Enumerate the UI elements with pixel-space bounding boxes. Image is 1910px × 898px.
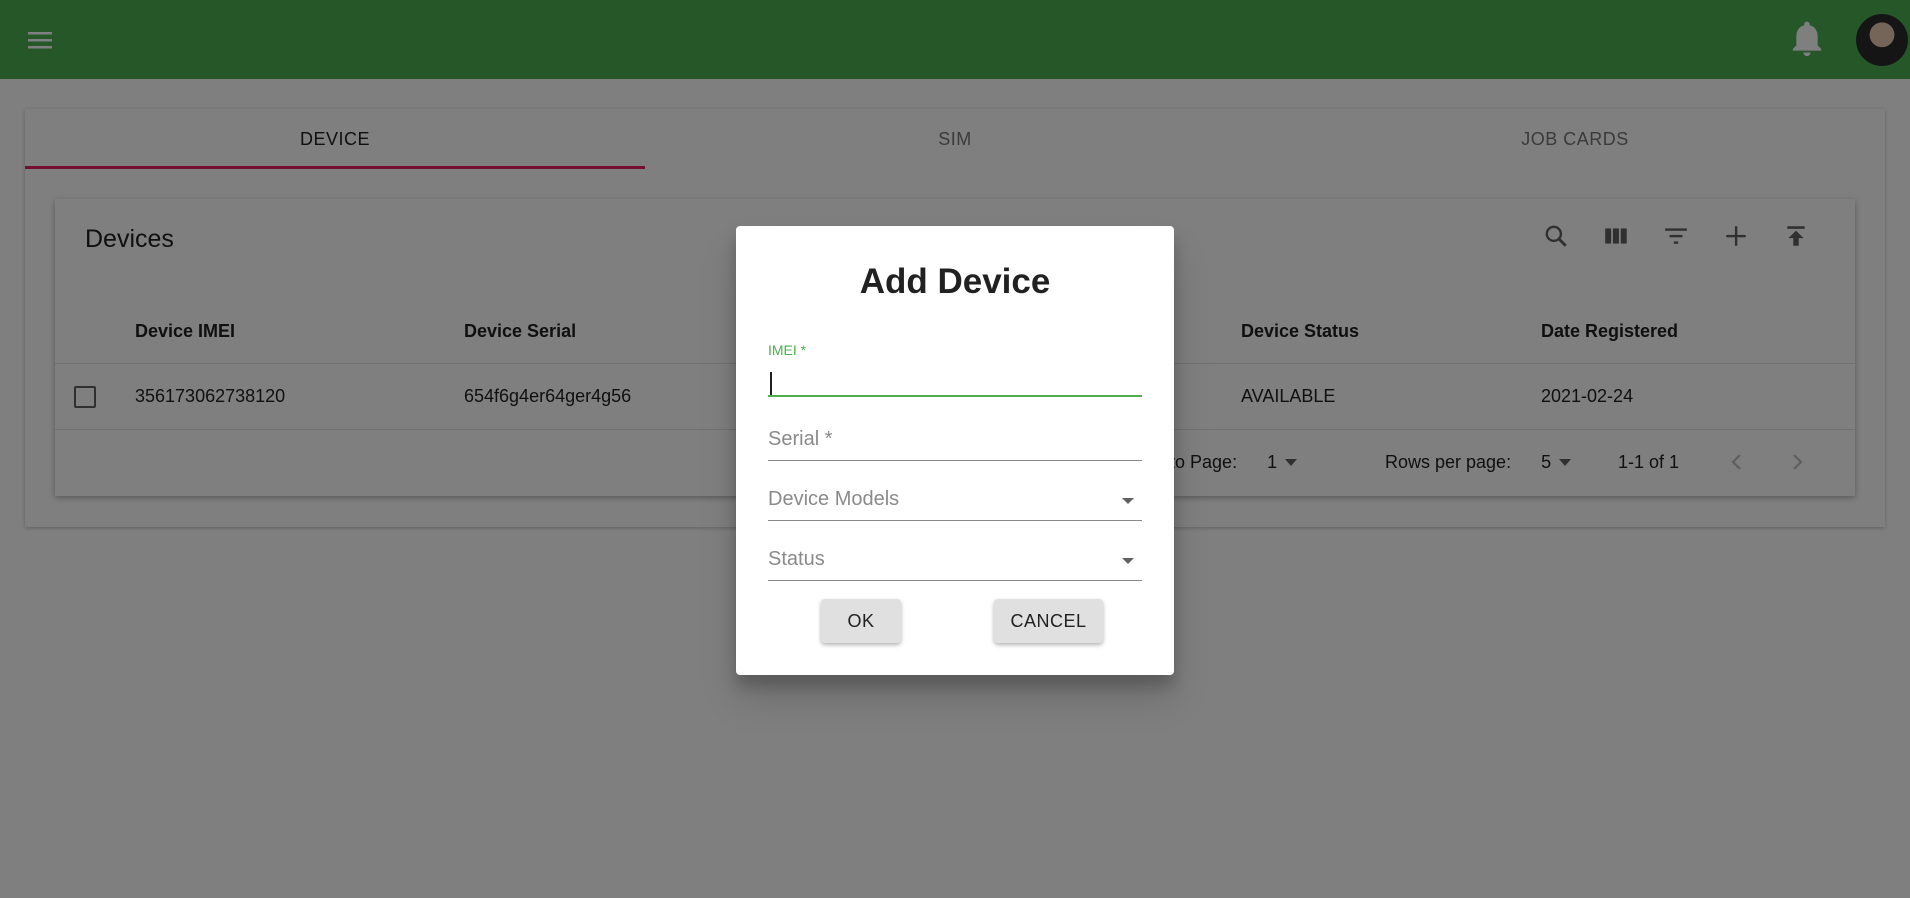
serial-underline bbox=[768, 460, 1142, 461]
imei-underline bbox=[768, 395, 1142, 397]
dialog-title: Add Device bbox=[859, 262, 1051, 301]
device-models-select[interactable]: Device Models bbox=[768, 484, 1142, 522]
device-models-underline bbox=[768, 520, 1142, 521]
add-device-dialog: Add Device IMEI * Serial * Device Models… bbox=[736, 226, 1174, 675]
imei-label: IMEI * bbox=[768, 342, 807, 358]
status-underline bbox=[768, 580, 1142, 581]
text-caret bbox=[770, 372, 772, 396]
cancel-button[interactable]: CANCEL bbox=[994, 599, 1103, 643]
ok-button[interactable]: OK bbox=[821, 599, 901, 643]
imei-field[interactable]: IMEI * bbox=[768, 342, 1142, 398]
serial-placeholder: Serial * bbox=[768, 428, 833, 450]
serial-field[interactable]: Serial * bbox=[768, 424, 1142, 462]
chevron-down-icon bbox=[1122, 558, 1134, 564]
status-select[interactable]: Status bbox=[768, 544, 1142, 582]
device-models-placeholder: Device Models bbox=[768, 488, 900, 510]
status-placeholder: Status bbox=[768, 548, 825, 570]
chevron-down-icon bbox=[1122, 498, 1134, 504]
